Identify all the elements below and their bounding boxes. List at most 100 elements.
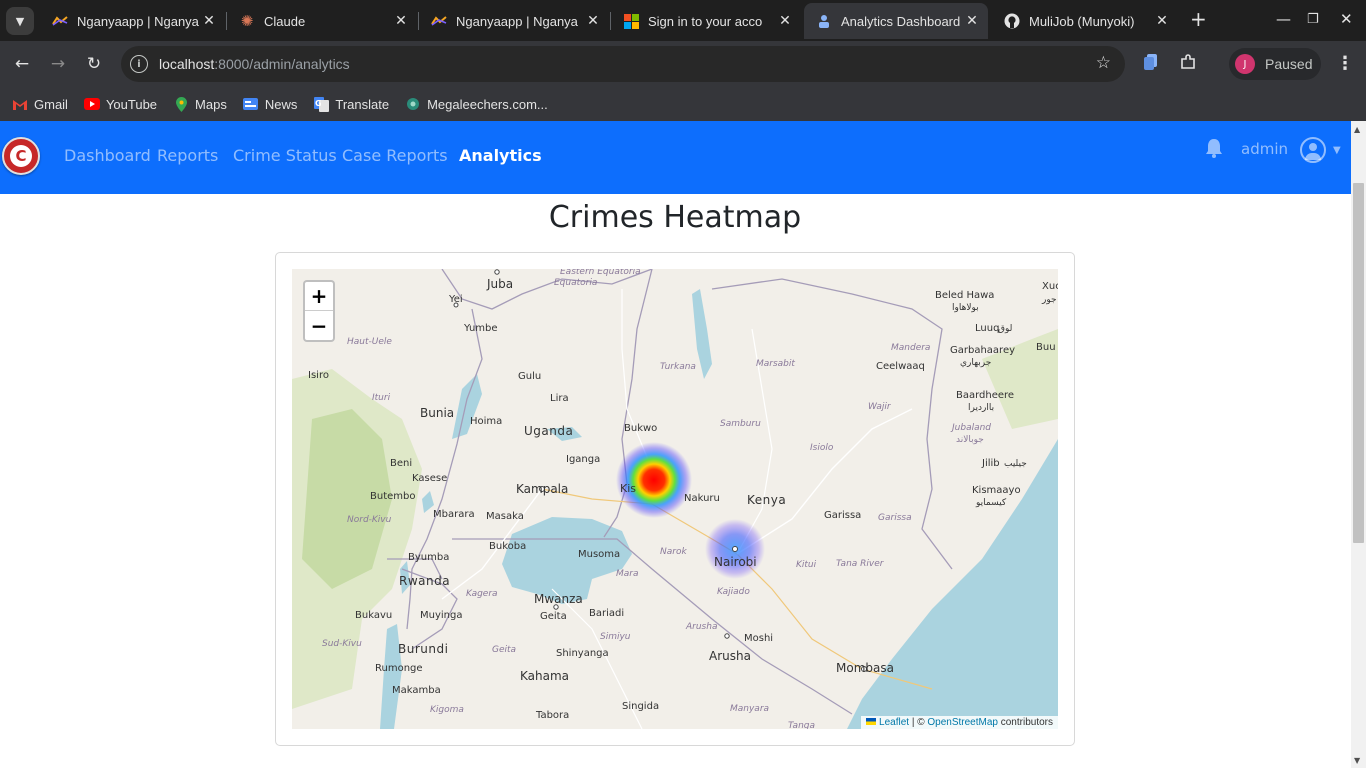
scrollbar-thumb[interactable] <box>1353 183 1364 543</box>
scroll-down-icon[interactable]: ▼ <box>1354 756 1360 765</box>
map-label: كيسمايو <box>975 498 1007 508</box>
map-base: Juba Eastern Equatoria Equatoria Yei Yum… <box>292 269 1058 729</box>
back-button[interactable]: ← <box>8 50 36 78</box>
map-label: Bunia <box>420 406 454 420</box>
map-label: Yumbe <box>463 323 498 334</box>
profile-status: Paused <box>1265 56 1313 72</box>
close-tab-icon[interactable]: ✕ <box>199 13 219 29</box>
caret-down-icon[interactable]: ▼ <box>1333 145 1341 156</box>
osm-link[interactable]: OpenStreetMap <box>927 717 998 728</box>
profile-button[interactable]: J Paused <box>1229 48 1321 80</box>
map-label: Bukwo <box>624 423 657 434</box>
map-label: Tabora <box>535 710 569 721</box>
browser-chrome: ▼ Nganyaapp | Nganya ✕ ✺ Claude ✕ Nganya… <box>0 0 1366 121</box>
nav-link-crime-status[interactable]: Crime Status <box>233 146 337 165</box>
avatar: J <box>1235 54 1255 74</box>
tab-github-mulijob[interactable]: MuliJob (Munyoki) ✕ <box>992 3 1178 39</box>
zoom-out-button[interactable]: − <box>305 311 333 340</box>
forward-button[interactable]: → <box>44 50 72 78</box>
tab-manager-icon[interactable] <box>1144 54 1158 74</box>
bookmark-translate[interactable]: G Translate <box>313 96 390 112</box>
url-text[interactable]: localhost:8000/admin/analytics <box>159 56 350 72</box>
close-tab-icon[interactable]: ✕ <box>775 13 795 29</box>
reload-icon: ↻ <box>86 54 102 74</box>
map-label: Simiyu <box>600 632 631 642</box>
restore-button[interactable]: ❐ <box>1307 12 1319 27</box>
bookmark-gmail[interactable]: Gmail <box>12 97 68 112</box>
nav-link-case-reports[interactable]: Case Reports <box>342 146 448 165</box>
bookmark-maps[interactable]: Maps <box>173 96 227 112</box>
browser-toolbar: ← → ↻ i localhost:8000/admin/analytics ☆… <box>0 41 1366 87</box>
url-host: localhost <box>159 56 215 72</box>
nav-link-dashboard[interactable]: Dashboard <box>64 146 151 165</box>
map-label: Turkana <box>660 362 696 372</box>
claude-icon: ✺ <box>240 12 254 30</box>
map-attribution: Leaflet | © OpenStreetMap contributors <box>861 716 1058 729</box>
tab-title: Sign in to your acco <box>648 13 763 29</box>
extensions-icon[interactable] <box>1180 54 1196 74</box>
bookmark-label: Gmail <box>34 96 68 112</box>
map-label: Moshi <box>744 633 773 644</box>
address-bar[interactable]: i localhost:8000/admin/analytics ☆ <box>121 46 1125 82</box>
map-label: Juba <box>486 277 513 291</box>
map-label: جربهاري <box>960 358 991 368</box>
github-icon <box>1004 13 1020 29</box>
map-label: جوبالاند <box>956 435 984 445</box>
map-label: Ceelwaaq <box>876 361 925 372</box>
user-circle-icon[interactable] <box>1300 137 1326 163</box>
map-label: Buu <box>1036 342 1056 353</box>
reload-button[interactable]: ↻ <box>80 50 108 78</box>
bookmark-megaleechers[interactable]: Megaleechers.com... <box>405 97 548 112</box>
site-info-icon[interactable]: i <box>130 55 148 73</box>
map-label: Byumba <box>408 552 449 563</box>
heatmap-map[interactable]: Juba Eastern Equatoria Equatoria Yei Yum… <box>292 269 1058 729</box>
brand-logo[interactable]: C <box>2 137 40 175</box>
url-path: :8000/admin/analytics <box>214 56 350 72</box>
bookmark-news[interactable]: News <box>243 97 297 112</box>
tab-microsoft-signin[interactable]: Sign in to your acco ✕ <box>611 3 801 39</box>
map-label: Geita <box>492 645 516 655</box>
zoom-in-button[interactable]: + <box>305 282 333 311</box>
nav-link-analytics[interactable]: Analytics <box>459 146 542 165</box>
map-label: Makamba <box>392 685 441 696</box>
bookmark-label: Translate <box>335 96 390 112</box>
map-label: Mwanza <box>534 592 583 606</box>
tab-analytics-dashboard[interactable]: Analytics Dashboard ✕ <box>804 3 988 39</box>
bookmark-star-icon[interactable]: ☆ <box>1096 53 1111 73</box>
tab-nganyaapp-1[interactable]: Nganyaapp | Nganya ✕ <box>40 3 225 39</box>
bell-icon[interactable] <box>1205 138 1223 163</box>
minimize-button[interactable]: — <box>1276 10 1291 28</box>
username-label[interactable]: admin <box>1241 140 1288 158</box>
map-label: Singida <box>622 701 659 712</box>
bookmark-label: Maps <box>195 96 227 112</box>
map-label: جيليب <box>1004 459 1027 469</box>
close-window-button[interactable]: ✕ <box>1340 10 1353 28</box>
tab-claude[interactable]: ✺ Claude ✕ <box>227 3 417 39</box>
close-tab-icon[interactable]: ✕ <box>962 13 982 29</box>
map-label: Nord-Kivu <box>347 515 392 525</box>
browser-menu-icon[interactable]: ⋮ <box>1336 53 1354 74</box>
map-label: Nakuru <box>684 493 720 504</box>
news-icon <box>243 97 259 111</box>
tab-nganyaapp-2[interactable]: Nganyaapp | Nganya ✕ <box>419 3 609 39</box>
tab-search-button[interactable]: ▼ <box>6 7 34 35</box>
new-tab-button[interactable]: + <box>1190 7 1207 31</box>
close-tab-icon[interactable]: ✕ <box>391 13 411 29</box>
arrow-left-icon: ← <box>14 54 30 74</box>
map-label: Baardheere <box>956 390 1014 401</box>
page-scrollbar[interactable]: ▲ ▼ <box>1351 121 1366 768</box>
leaflet-link[interactable]: Leaflet <box>879 717 909 728</box>
map-label: Haut-Uele <box>347 337 392 347</box>
close-tab-icon[interactable]: ✕ <box>583 13 603 29</box>
scroll-up-icon[interactable]: ▲ <box>1354 125 1360 134</box>
gmail-icon <box>12 97 28 111</box>
map-label: Garbahaarey <box>950 345 1015 356</box>
bookmark-youtube[interactable]: YouTube <box>83 97 157 112</box>
map-label: Muyinga <box>420 610 462 621</box>
close-tab-icon[interactable]: ✕ <box>1152 13 1172 29</box>
map-label: Kigoma <box>430 705 464 715</box>
map-label: Bukoba <box>489 541 526 552</box>
nav-link-reports[interactable]: Reports <box>157 146 218 165</box>
map-label: Wajir <box>868 402 892 412</box>
map-label: Mombasa <box>836 661 894 675</box>
